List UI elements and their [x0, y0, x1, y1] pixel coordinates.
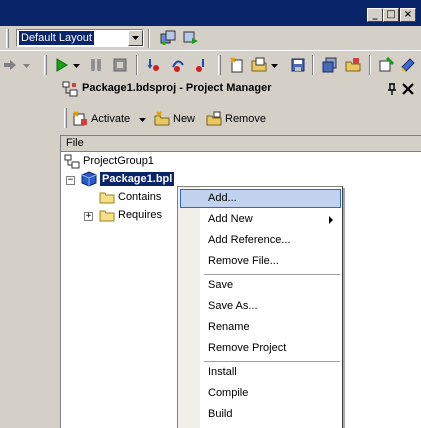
menu-item-save[interactable]: Save: [180, 276, 341, 295]
remove-label: Remove: [225, 113, 266, 125]
menu-item-save-as[interactable]: Save As...: [180, 297, 341, 316]
toolbar-separator: [148, 29, 150, 48]
project-manager-icon: [62, 81, 78, 97]
context-menu: Add... Add New Add Reference... Remove F…: [177, 186, 343, 428]
layout-select-value: Default Layout: [19, 31, 94, 45]
pin-icon[interactable]: [384, 81, 400, 97]
toolbar-separator: [136, 55, 138, 75]
toolbar-separator: [312, 55, 314, 75]
menu-separator: [204, 361, 340, 362]
activate-icon: [73, 111, 87, 126]
requires-label: Requires: [118, 209, 163, 221]
toolbar-separator: [369, 55, 371, 75]
maximize-button[interactable]: □: [383, 8, 399, 22]
menu-item-label: Remove Project: [208, 342, 287, 354]
close-window-button[interactable]: ×: [400, 8, 416, 22]
menu-item-compile[interactable]: Compile: [180, 384, 341, 403]
chevron-down-icon[interactable]: [270, 57, 286, 73]
menu-item-label: Save: [208, 279, 234, 291]
open-project-icon[interactable]: [345, 57, 361, 73]
add-to-project-icon[interactable]: [378, 57, 394, 73]
pane-title: Package1.bdsproj - Project Manager: [82, 82, 272, 94]
menu-item-label: Remove File...: [208, 255, 279, 267]
toolbar-grip[interactable]: [44, 55, 47, 75]
menu-item-remove-file[interactable]: Remove File...: [180, 252, 341, 271]
close-icon[interactable]: [400, 81, 416, 97]
toolbar-grip[interactable]: [6, 29, 9, 48]
remove-button[interactable]: Remove: [206, 111, 266, 127]
save-icon[interactable]: [290, 57, 306, 73]
desktop-layout-select[interactable]: Default Layout: [16, 29, 144, 47]
activate-label: Activate: [91, 113, 131, 125]
submenu-arrow-icon: [329, 216, 333, 224]
minimize-button[interactable]: _: [367, 8, 383, 22]
new-icon: [154, 111, 170, 126]
toolbar-grip[interactable]: [218, 55, 221, 75]
toolbar-grip[interactable]: [64, 108, 67, 128]
menu-separator: [204, 274, 340, 275]
remove-icon: [206, 111, 222, 126]
project-group-icon: [64, 154, 80, 169]
open-icon[interactable]: [251, 57, 267, 73]
new-label: New: [173, 113, 196, 125]
menu-item-label: Compile: [208, 387, 249, 399]
tree-node-requires[interactable]: Requires: [99, 207, 162, 223]
package-icon: [81, 171, 97, 187]
menu-item-add-reference[interactable]: Add Reference...: [180, 231, 341, 250]
project-manager-header: Package1.bdsproj - Project Manager: [58, 79, 421, 99]
menu-item-label: Add Reference...: [208, 234, 291, 246]
package-label: Package1.bpl: [98, 171, 176, 187]
trace-into-icon[interactable]: [146, 57, 162, 73]
tree-column-header[interactable]: File: [61, 136, 421, 152]
folder-icon: [99, 210, 115, 222]
menu-item-add[interactable]: Add...: [180, 189, 341, 208]
menu-item-label: Rename: [208, 321, 250, 333]
arrow-right-icon[interactable]: [2, 57, 18, 73]
stop-icon[interactable]: [112, 57, 128, 73]
run-icon[interactable]: [54, 57, 70, 73]
menu-item-label: Add...: [208, 192, 237, 204]
project-group-label: ProjectGroup1: [83, 155, 154, 167]
chevron-down-icon[interactable]: [22, 57, 38, 73]
activate-button[interactable]: Activate: [72, 111, 130, 127]
pause-icon[interactable]: [88, 57, 104, 73]
debug-toolbar: [0, 52, 421, 78]
chevron-down-icon[interactable]: [138, 111, 154, 127]
menu-item-label: Add New: [208, 213, 253, 225]
project-manager-toolbar: Activate New Remove: [58, 104, 421, 132]
collapse-toggle[interactable]: −: [66, 176, 75, 185]
window-title-bar: _ □ ×: [0, 0, 421, 26]
tree-node-package[interactable]: Package1.bpl: [81, 171, 176, 187]
folder-icon: [99, 192, 115, 204]
menu-item-rename[interactable]: Rename: [180, 318, 341, 337]
run-to-cursor-icon[interactable]: [194, 57, 210, 73]
menu-item-install[interactable]: Install: [180, 363, 341, 382]
new-button[interactable]: New: [154, 111, 195, 127]
menu-item-build[interactable]: Build: [180, 405, 341, 424]
save-all-icon[interactable]: [322, 57, 338, 73]
menu-item-remove-project[interactable]: Remove Project: [180, 339, 341, 358]
menu-item-add-new[interactable]: Add New: [180, 210, 341, 229]
new-items-icon[interactable]: [229, 57, 245, 73]
step-over-icon[interactable]: [170, 57, 186, 73]
chevron-down-icon[interactable]: [128, 30, 143, 46]
tree-node-contains[interactable]: Contains: [99, 189, 161, 205]
chevron-down-icon[interactable]: [72, 57, 88, 73]
menu-item-label: Save As...: [208, 300, 258, 312]
remove-from-project-icon[interactable]: [400, 57, 416, 73]
tree-node-project-group[interactable]: ProjectGroup1: [64, 153, 154, 169]
menu-item-label: Install: [208, 366, 237, 378]
save-desktop-icon[interactable]: [160, 30, 176, 46]
menu-item-label: Build: [208, 408, 233, 420]
expand-toggle[interactable]: +: [84, 212, 93, 221]
set-debug-desktop-icon[interactable]: [183, 30, 199, 46]
contains-label: Contains: [118, 191, 162, 203]
